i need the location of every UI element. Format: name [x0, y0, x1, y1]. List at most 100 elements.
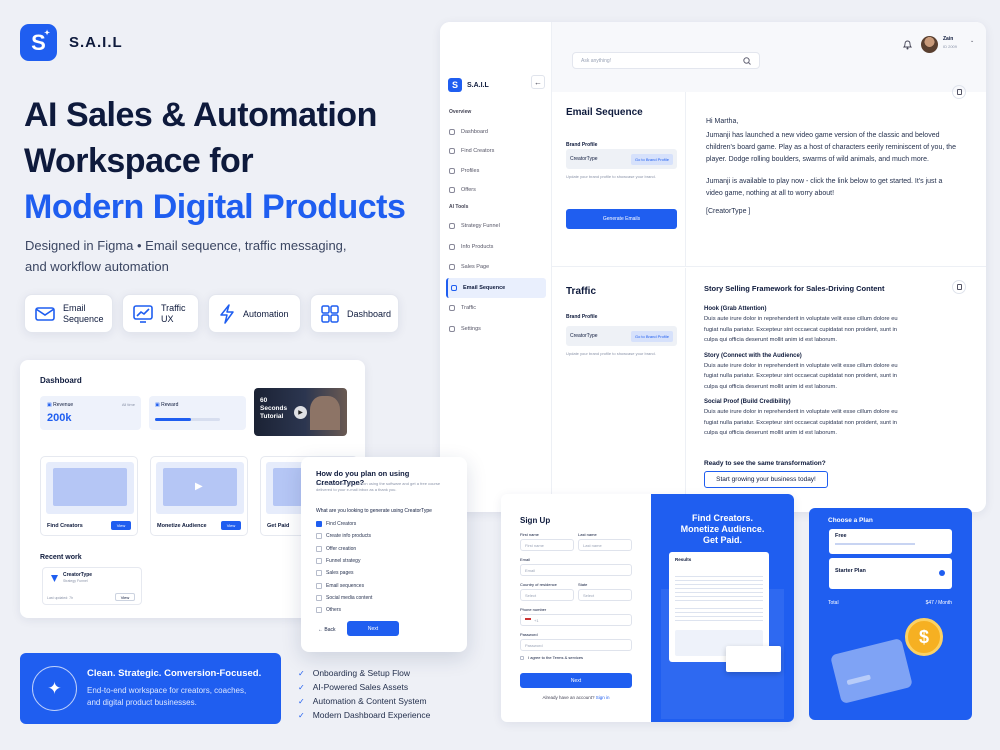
checkbox-icon[interactable]	[316, 570, 322, 577]
traffic-title: Traffic	[566, 286, 597, 297]
survey-option[interactable]: Find Creators	[316, 518, 456, 530]
sidebar-item[interactable]: Info Products	[446, 237, 546, 258]
sidebar-section-ai-tools: AI Tools	[449, 204, 469, 210]
selected-radio-icon[interactable]	[939, 570, 945, 576]
revenue-value: 200k	[47, 412, 72, 424]
country-select[interactable]: Select	[520, 589, 574, 601]
play-icon: ▶	[195, 481, 203, 492]
sidebar-item[interactable]: Dashboard	[446, 122, 546, 142]
plan-card: Choose a Plan Free Starter Plan Total $4…	[809, 508, 972, 720]
password-input[interactable]: Password	[520, 639, 632, 651]
flag-icon	[525, 618, 531, 622]
brand: S ✦ S.A.I.L	[20, 24, 123, 61]
go-to-brand-profile-link[interactable]: Go to Brand Profile	[630, 330, 673, 342]
terms-checkbox[interactable]: I agree to the Terms & services	[520, 655, 583, 660]
hero-title: AI Sales & Automation Workspace for Mode…	[24, 92, 406, 230]
survey-option[interactable]: Others	[316, 604, 456, 616]
sidebar-item[interactable]: Find Creators	[446, 142, 546, 162]
check-icon: ✓	[298, 668, 305, 678]
brand-profile-hint: Update your brand profile to showcase yo…	[566, 351, 656, 356]
bolt-icon	[220, 303, 234, 324]
reward-label: ▣ Reward	[155, 402, 179, 408]
email-sequence-panel: Email Sequence Brand Profile CreatorType…	[552, 85, 986, 267]
avatar[interactable]	[921, 36, 938, 53]
nav-icon	[449, 128, 455, 135]
survey-option[interactable]: Funnel strategy	[316, 555, 456, 567]
signup-next-button[interactable]: Next	[520, 673, 632, 688]
plan-free[interactable]: Free	[829, 529, 952, 554]
copy-icon[interactable]	[952, 85, 966, 99]
collapse-sidebar-button[interactable]: ←	[531, 75, 545, 89]
dashboard-title: Dashboard	[40, 376, 82, 385]
checkbox-icon[interactable]	[316, 545, 322, 552]
checklist: ✓ Onboarding & Setup Flow ✓ AI-Powered Sale…	[298, 666, 478, 722]
feature-email-sequence: Email Sequence	[24, 294, 113, 333]
sidebar-item[interactable]: Profiles	[446, 161, 546, 181]
phone-input[interactable]: +1	[520, 614, 632, 626]
top-bar: Ask anything!	[552, 22, 986, 92]
sign-in-link[interactable]: Sign in	[596, 695, 610, 700]
video-tutorial[interactable]: 60 Seconds Tutorial ▶	[254, 388, 347, 436]
checkbox-icon[interactable]	[316, 582, 322, 589]
recent-work-item[interactable]: CreatorType Strategy Funnel Last updated…	[42, 567, 142, 605]
play-icon[interactable]: ▶	[294, 406, 307, 419]
brand-profile-field: CreatorType Go to Brand Profile	[566, 326, 677, 346]
back-button[interactable]: ← Back	[318, 627, 336, 633]
sidebar-item[interactable]: Offers	[446, 181, 546, 201]
survey-option[interactable]: Sales pages	[316, 567, 456, 579]
checked-checkbox-icon[interactable]	[316, 521, 322, 528]
survey-card: How do you plan on using CreatorType? Le…	[301, 457, 467, 652]
next-button[interactable]: Next	[347, 621, 399, 636]
chevron-down-icon[interactable]: ⌄	[970, 38, 974, 44]
search-icon	[743, 56, 751, 65]
first-name-input[interactable]: First name	[520, 539, 574, 551]
recent-work-title: Recent work	[40, 554, 82, 561]
checkbox-icon[interactable]	[316, 533, 322, 540]
video-title: 60 Seconds Tutorial	[260, 397, 288, 420]
go-to-brand-profile-link[interactable]: Go to Brand Profile	[630, 153, 673, 165]
state-select[interactable]: Select	[578, 589, 632, 601]
nav-icon	[449, 264, 455, 271]
revenue-filter[interactable]: All time	[122, 402, 135, 407]
hero-subtitle: Designed in Figma • Email sequence, traf…	[25, 238, 347, 274]
sidebar-item[interactable]: Traffic	[446, 298, 546, 319]
nav-icon	[449, 305, 455, 312]
start-growing-button[interactable]: Start growing your business today!	[704, 471, 828, 488]
generate-emails-button[interactable]: Generate Emails	[566, 209, 677, 229]
sidebar-brand: S S.A.I.L	[448, 78, 489, 92]
nav-icon	[449, 187, 455, 194]
checkbox-icon[interactable]	[316, 594, 322, 601]
recent-view-button[interactable]: View	[115, 593, 135, 601]
signup-promo: Find Creators. Monetize Audience. Get Paid…	[651, 494, 794, 722]
sidebar-item[interactable]: Strategy Funnel	[446, 216, 546, 237]
dashboard-feature-card: ▶ Monetize Audience View	[150, 456, 248, 536]
sidebar-item[interactable]: Email Sequence	[446, 277, 546, 298]
framework-title: Story Selling Framework for Sales-Drivin…	[704, 284, 885, 293]
view-button[interactable]: View	[221, 521, 241, 530]
survey-option[interactable]: Email sequences	[316, 579, 456, 591]
checklist-item: ✓ Automation & Content System	[298, 696, 427, 706]
user-id: ID 2009	[943, 44, 958, 49]
sidebar-item[interactable]: Settings	[446, 319, 546, 340]
survey-option[interactable]: Create info products	[316, 530, 456, 542]
check-icon: ✓	[298, 682, 305, 692]
bell-icon[interactable]	[903, 40, 912, 50]
sidebar-item[interactable]: Sales Page	[446, 257, 546, 278]
view-button[interactable]: View	[111, 521, 131, 530]
nav-icon	[449, 223, 455, 230]
search-input[interactable]: Ask anything!	[572, 52, 760, 69]
checkbox-icon[interactable]	[316, 558, 322, 565]
survey-option[interactable]: Social media content	[316, 592, 456, 604]
user-area: Zain ID 2009 ⌄	[903, 35, 983, 55]
nav-icon	[449, 148, 455, 155]
copy-icon[interactable]	[952, 280, 966, 294]
survey-option[interactable]: Offer creation	[316, 543, 456, 555]
mail-icon	[35, 306, 55, 321]
plan-total-value: $47 / Month	[925, 600, 952, 606]
hero-title-highlight: Modern Digital Products	[24, 188, 406, 226]
plan-starter[interactable]: Starter Plan	[829, 558, 952, 589]
checkbox-icon[interactable]	[316, 607, 322, 614]
last-name-input[interactable]: Last name	[578, 539, 632, 551]
email-input[interactable]: Email	[520, 564, 632, 576]
nav-icon	[449, 243, 455, 250]
